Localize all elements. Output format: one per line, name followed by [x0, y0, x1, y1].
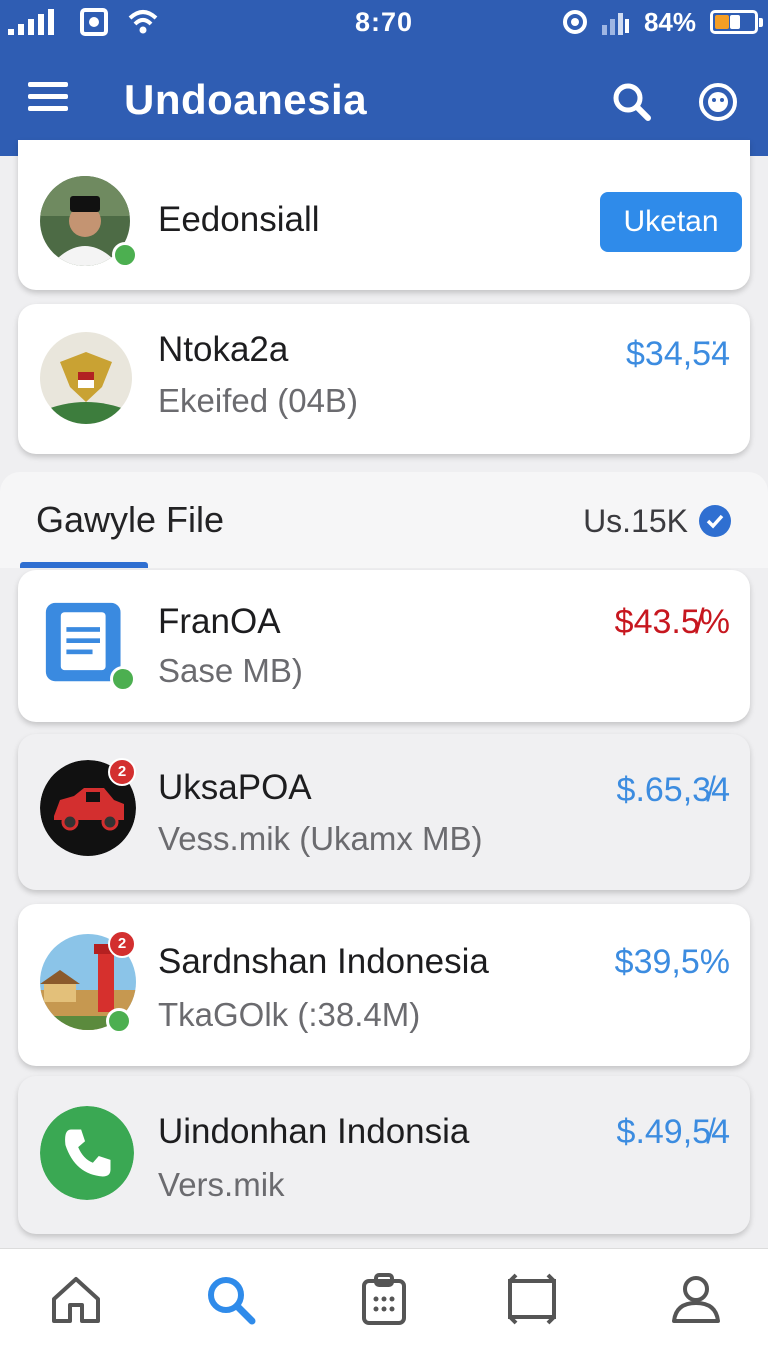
frame-icon[interactable]: [504, 1271, 560, 1327]
verified-check-icon: [699, 505, 731, 537]
item-name: UksaPOA: [158, 768, 312, 807]
search-nav-icon[interactable]: [202, 1271, 258, 1327]
item-subtitle: Vers.mik: [158, 1166, 285, 1203]
sync-badge: [106, 1008, 132, 1034]
item-name: Sardnshan Indonesia: [158, 942, 489, 981]
clipboard-icon[interactable]: [356, 1271, 412, 1327]
notification-badge: 2: [108, 930, 136, 958]
list-item-uksapoa[interactable]: 2 UksaPOA Vess.mik (Ukamx MB) $.65,3̸4: [18, 734, 750, 890]
tab-indicator: [20, 562, 148, 568]
item-value: $.49,5̸4: [616, 1113, 730, 1151]
cell-signal-icon: [601, 13, 629, 35]
item-subtitle: TkaGOlk (:38.4M): [158, 996, 421, 1033]
account-icon[interactable]: [694, 78, 742, 126]
bottom-navigation: [0, 1248, 768, 1345]
sync-badge: [110, 666, 136, 692]
item-value: $43.5̸%: [614, 603, 730, 641]
alarm-icon: [562, 10, 587, 34]
home-icon[interactable]: [48, 1271, 104, 1327]
balance-subtitle: Ekeifed (04B): [158, 382, 358, 419]
balance-value: $34,5̈4: [626, 335, 730, 373]
app-title: Undoanesia: [124, 76, 368, 123]
item-subtitle: Vess.mik (Ukamx MB): [158, 820, 483, 857]
battery-percent: 84%: [643, 6, 696, 37]
section-meta: Us.15K: [583, 503, 688, 539]
profile-name: Eedonsiall: [158, 200, 320, 239]
list-item-sardnshan[interactable]: 2 Sardnshan Indonesia TkaGOlk (:38.4M) $…: [18, 904, 750, 1066]
item-value: $39,5%: [614, 943, 730, 981]
section-header: Gawyle File Us.15K: [0, 472, 768, 568]
battery-icon: [710, 10, 763, 34]
status-bar: 8:70 84%: [0, 0, 768, 48]
menu-icon[interactable]: [28, 82, 68, 122]
search-icon[interactable]: [608, 78, 656, 126]
profile-card[interactable]: Eedonsiall Uketan: [18, 140, 750, 290]
balance-card[interactable]: Ntoka2a Ekeifed (04B) $34,5̈4: [18, 304, 750, 454]
status-icons-right: 84%: [562, 6, 763, 38]
notification-badge: 2: [108, 758, 136, 786]
item-name: FranOA: [158, 602, 281, 641]
item-subtitle: Sase MB): [158, 652, 303, 689]
list-item-uindonhan[interactable]: Uindonhan Indonsia Vers.mik $.49,5̸4: [18, 1076, 750, 1234]
phone-icon: [40, 1106, 134, 1200]
uketan-button[interactable]: Uketan: [600, 192, 742, 252]
list-item-franoa[interactable]: FranOA Sase MB) $43.5̸%: [18, 570, 750, 722]
online-badge: [112, 242, 138, 268]
garuda-emblem-avatar: [40, 332, 132, 424]
section-title: Gawyle File: [36, 499, 225, 540]
item-value: $.65,3̸4: [616, 771, 730, 809]
balance-name: Ntoka2a: [158, 330, 289, 369]
item-name: Uindonhan Indonsia: [158, 1112, 470, 1151]
profile-icon[interactable]: [668, 1271, 724, 1327]
